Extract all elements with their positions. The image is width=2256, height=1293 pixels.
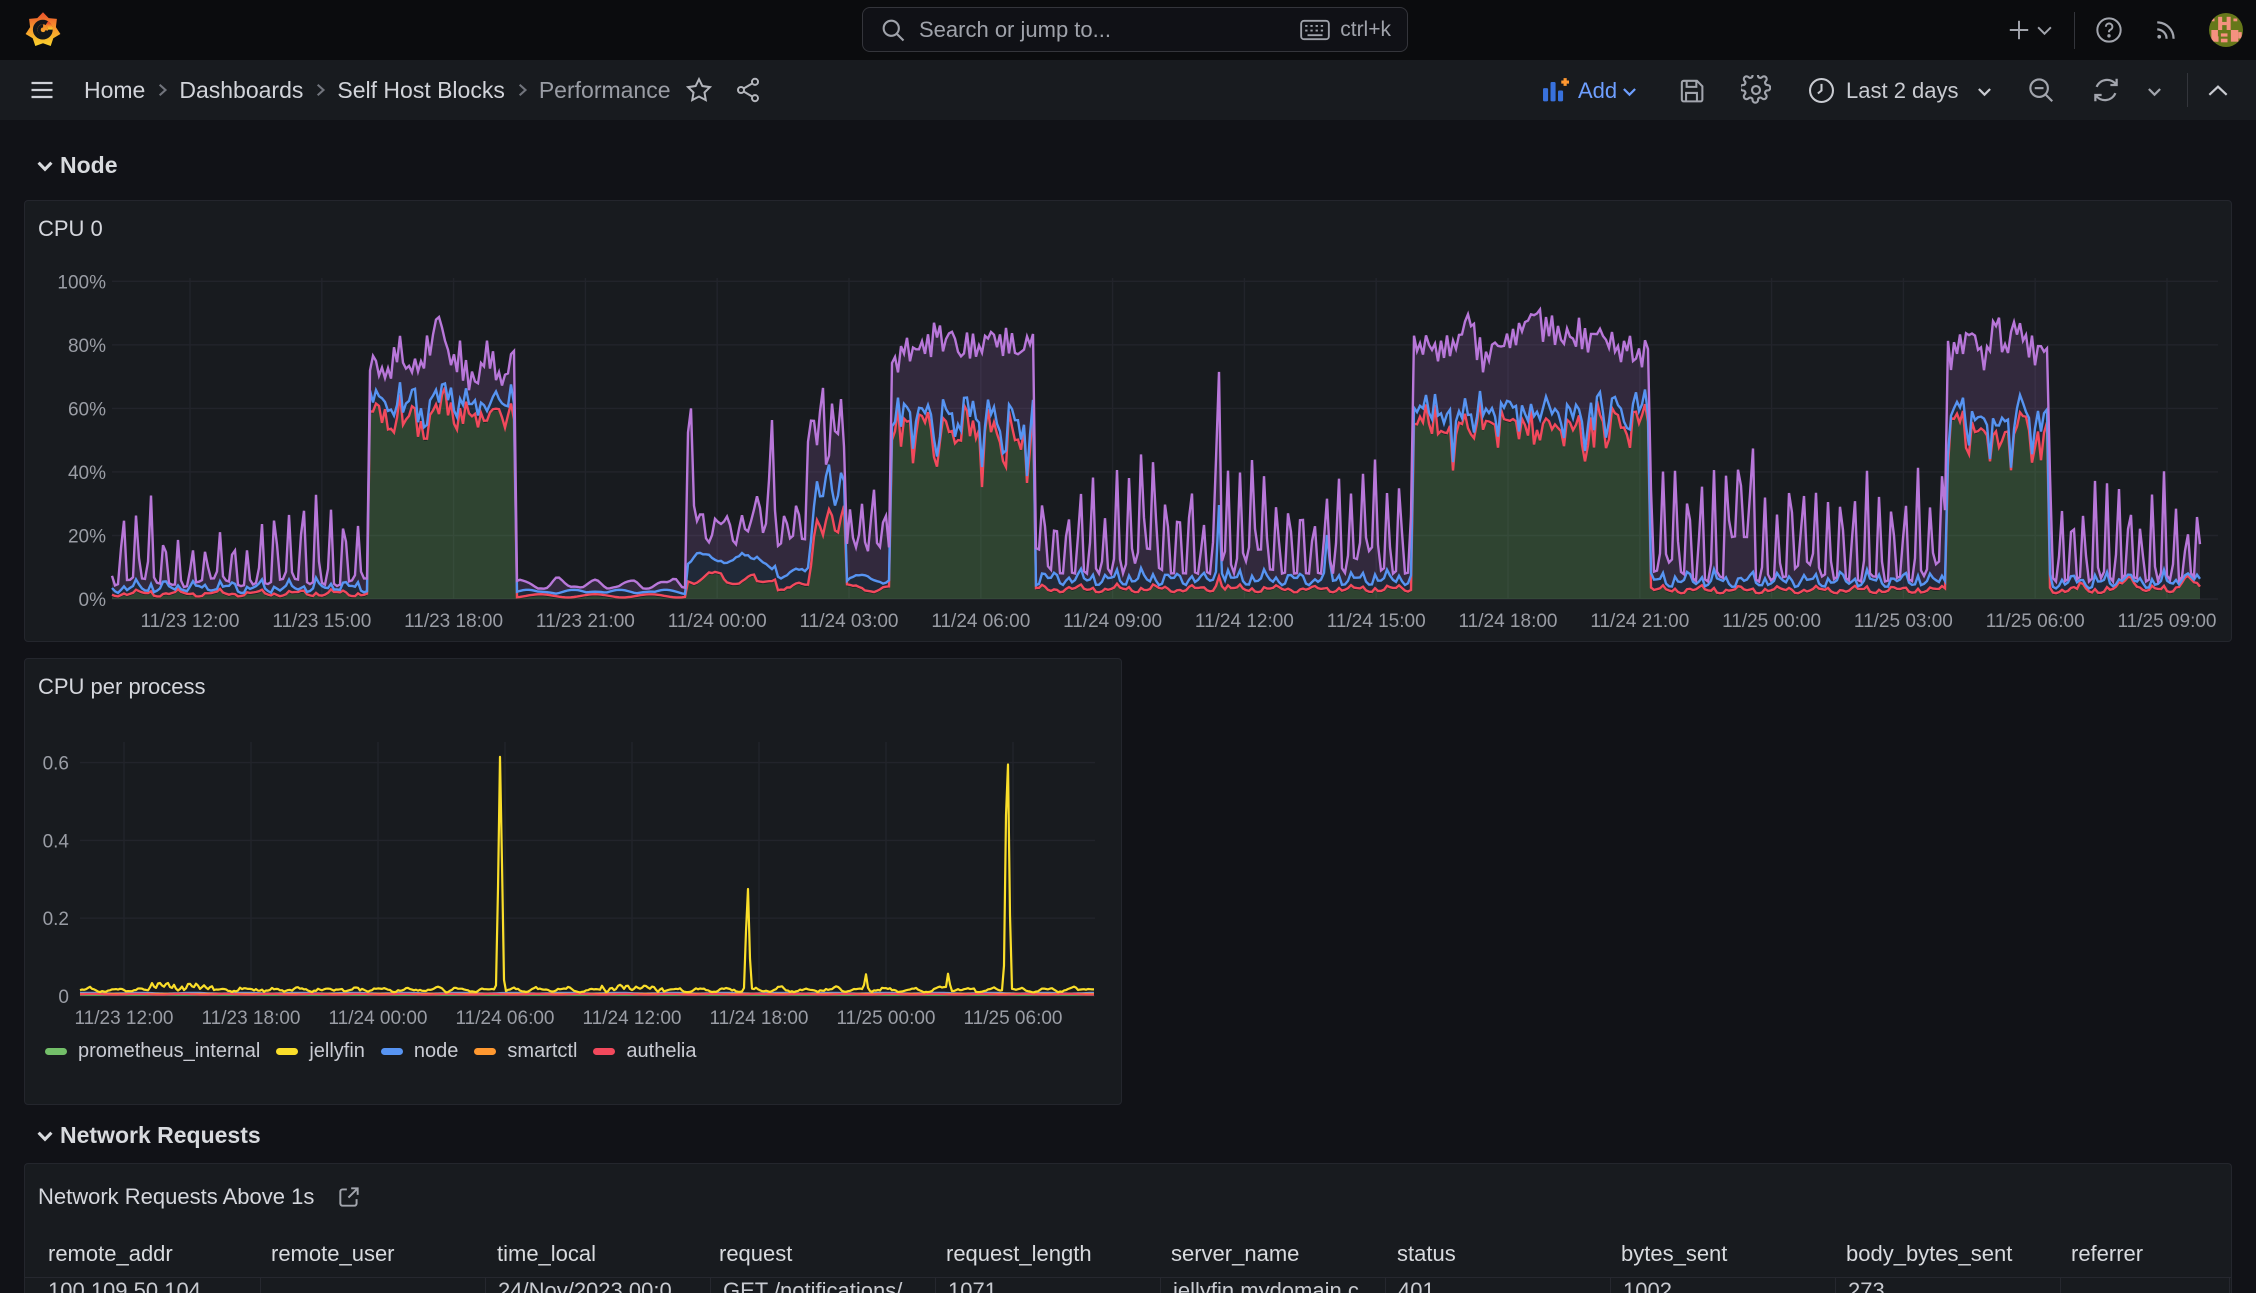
svg-text:100%: 100% [57,272,106,293]
svg-text:0.2: 0.2 [43,909,69,930]
svg-text:11/24 12:00: 11/24 12:00 [583,1008,682,1029]
svg-text:40%: 40% [68,463,106,484]
svg-text:11/25 00:00: 11/25 00:00 [837,1008,936,1029]
svg-text:0.4: 0.4 [43,831,70,852]
svg-text:11/24 18:00: 11/24 18:00 [1459,611,1558,632]
svg-text:11/24 21:00: 11/24 21:00 [1590,611,1689,632]
svg-text:11/24 18:00: 11/24 18:00 [710,1008,809,1029]
svg-text:11/24 00:00: 11/24 00:00 [329,1008,428,1029]
svg-text:11/24 06:00: 11/24 06:00 [931,611,1030,632]
svg-text:11/24 03:00: 11/24 03:00 [800,611,899,632]
svg-text:11/25 06:00: 11/25 06:00 [1986,611,2085,632]
svg-text:0: 0 [58,987,69,1008]
svg-text:11/24 06:00: 11/24 06:00 [456,1008,555,1029]
svg-text:11/23 15:00: 11/23 15:00 [272,611,371,632]
svg-text:11/25 09:00: 11/25 09:00 [2118,611,2217,632]
svg-text:11/23 18:00: 11/23 18:00 [202,1008,301,1029]
svg-text:11/23 21:00: 11/23 21:00 [536,611,635,632]
svg-text:11/24 12:00: 11/24 12:00 [1195,611,1294,632]
svg-text:11/25 03:00: 11/25 03:00 [1854,611,1953,632]
svg-text:20%: 20% [68,527,106,548]
svg-text:0.6: 0.6 [43,754,69,775]
svg-text:80%: 80% [68,336,106,357]
svg-text:60%: 60% [68,399,106,420]
svg-text:11/24 15:00: 11/24 15:00 [1327,611,1426,632]
svg-text:11/23 12:00: 11/23 12:00 [75,1008,174,1029]
svg-text:11/25 06:00: 11/25 06:00 [964,1008,1063,1029]
svg-text:11/23 12:00: 11/23 12:00 [141,611,240,632]
svg-text:11/25 00:00: 11/25 00:00 [1722,611,1821,632]
svg-text:11/23 18:00: 11/23 18:00 [404,611,503,632]
svg-text:0%: 0% [79,590,107,611]
svg-text:11/24 09:00: 11/24 09:00 [1063,611,1162,632]
svg-text:11/24 00:00: 11/24 00:00 [668,611,767,632]
